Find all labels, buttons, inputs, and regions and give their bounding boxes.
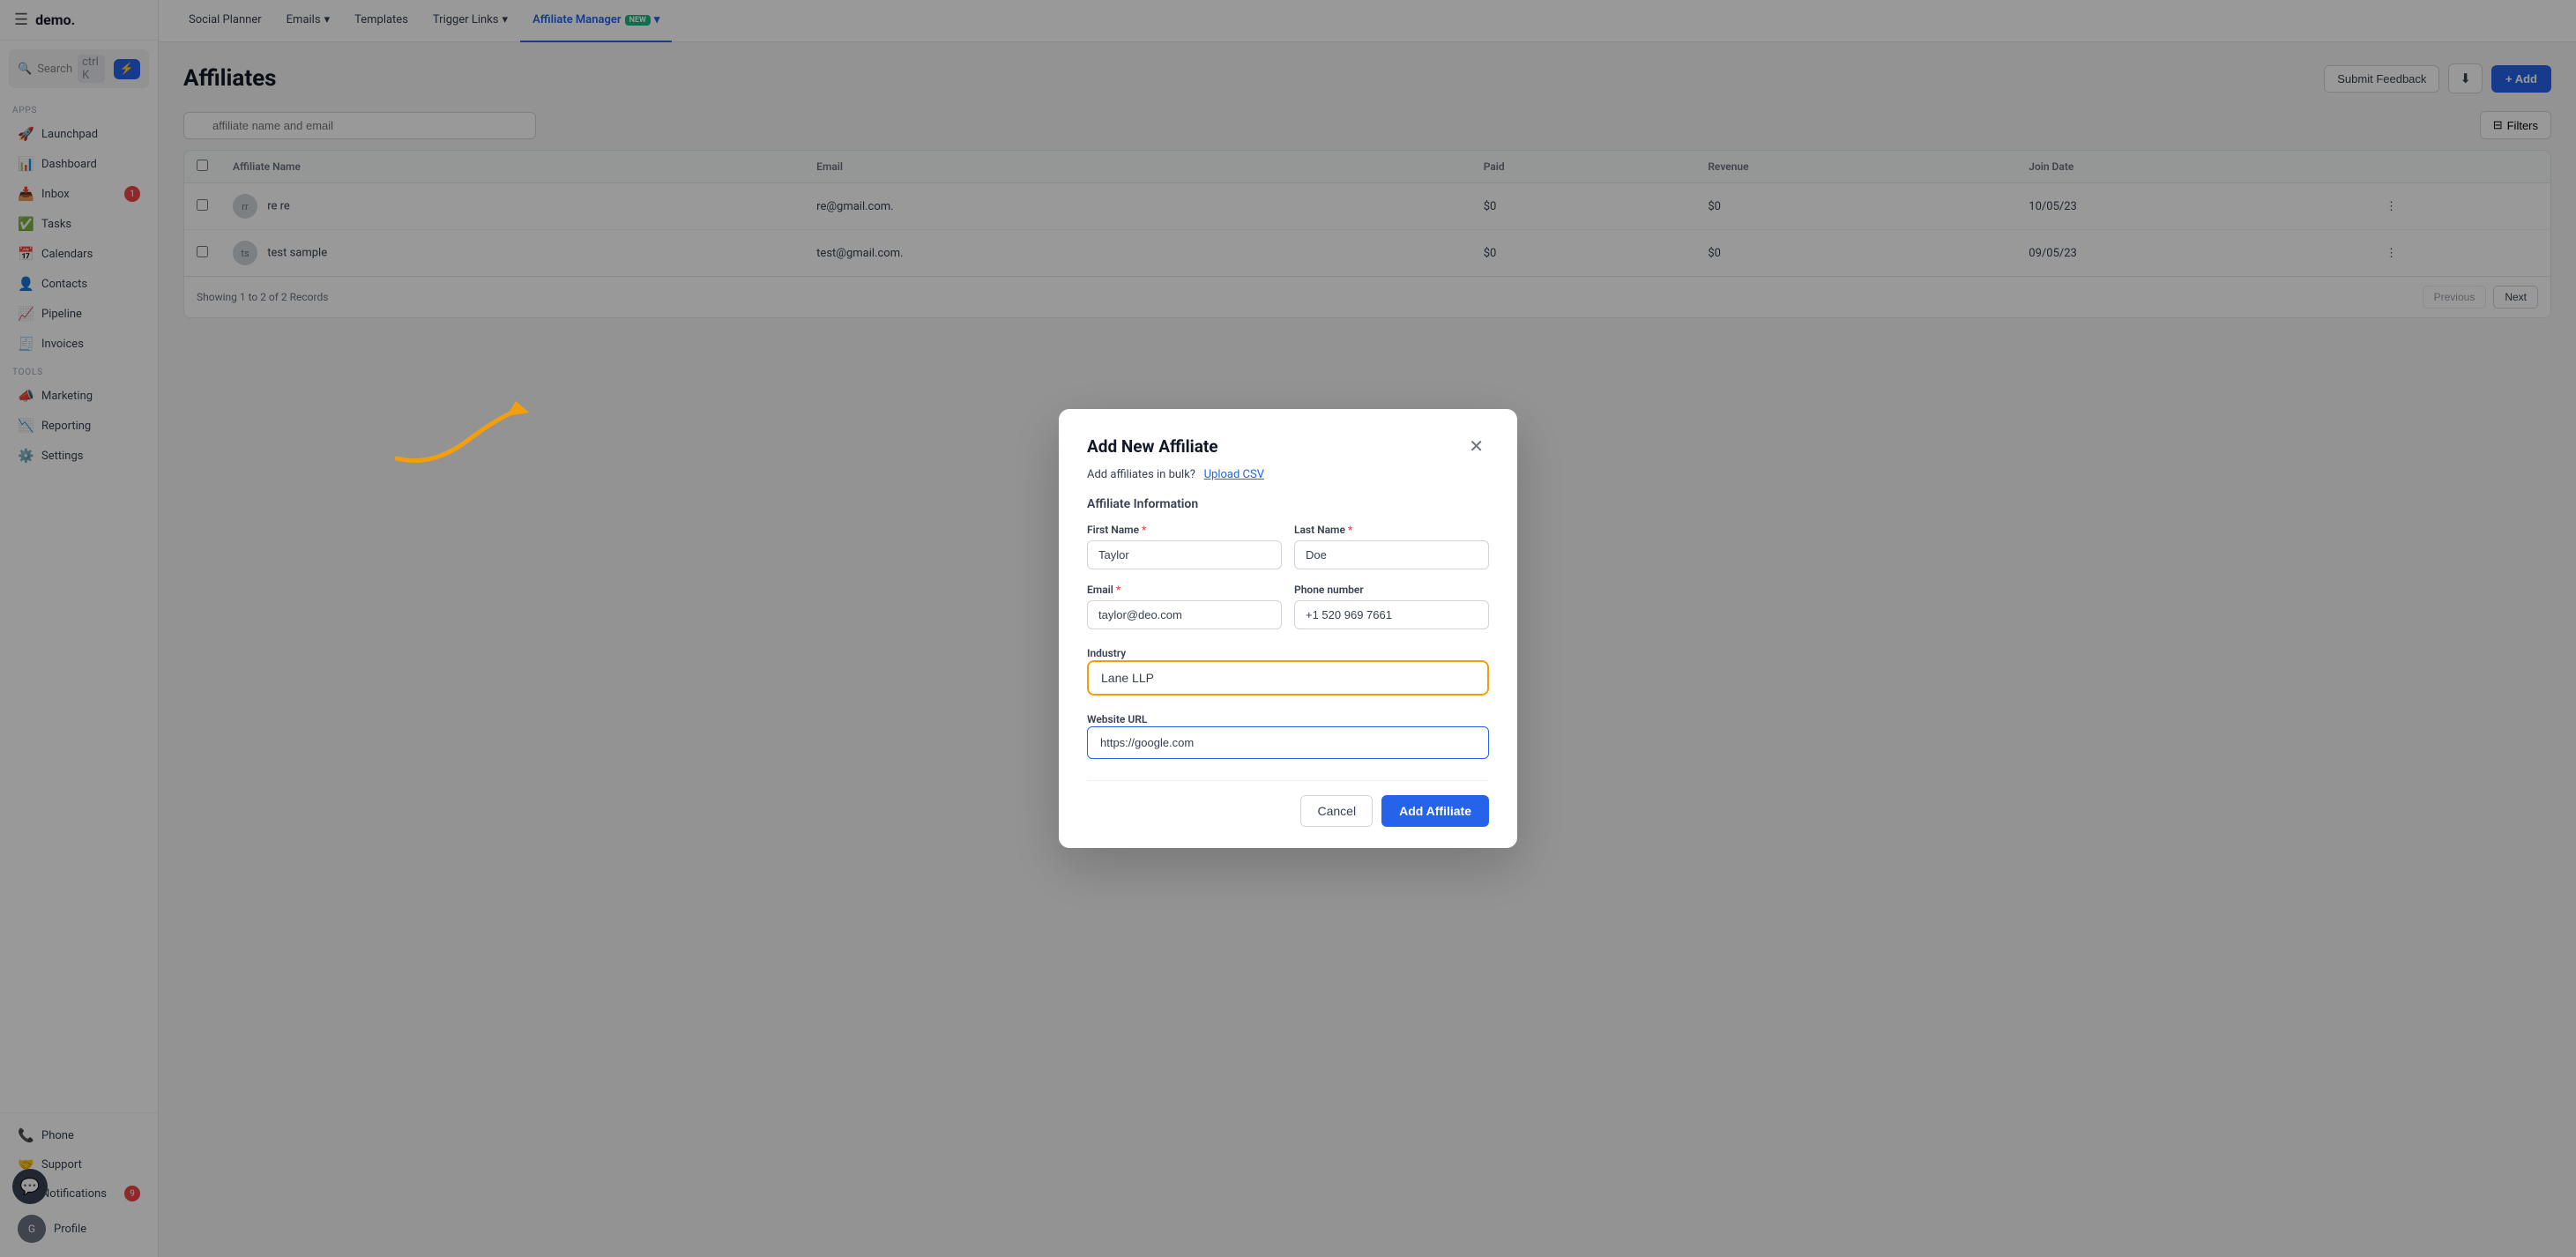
industry-group: Industry bbox=[1087, 643, 1489, 695]
first-name-label: First Name * bbox=[1087, 524, 1282, 536]
modal-header: Add New Affiliate ✕ bbox=[1087, 434, 1489, 459]
phone-input[interactable] bbox=[1294, 600, 1489, 629]
email-label: Email * bbox=[1087, 584, 1282, 596]
phone-group: Phone number bbox=[1294, 584, 1489, 629]
modal-overlay[interactable]: Add New Affiliate ✕ Add affiliates in bu… bbox=[0, 0, 2576, 1257]
website-group: Website URL bbox=[1087, 710, 1489, 759]
email-input[interactable] bbox=[1087, 600, 1282, 629]
industry-label: Industry bbox=[1087, 647, 1126, 659]
close-button[interactable]: ✕ bbox=[1463, 434, 1489, 459]
affiliate-info-section: Affiliate Information bbox=[1087, 497, 1489, 511]
industry-input[interactable] bbox=[1087, 660, 1489, 695]
modal-title: Add New Affiliate bbox=[1087, 436, 1218, 457]
last-name-label: Last Name * bbox=[1294, 524, 1489, 536]
last-name-group: Last Name * bbox=[1294, 524, 1489, 569]
modal-footer: Cancel Add Affiliate bbox=[1087, 780, 1489, 827]
required-indicator: * bbox=[1348, 524, 1352, 536]
bulk-label: Add affiliates in bulk? bbox=[1087, 468, 1195, 481]
phone-label: Phone number bbox=[1294, 584, 1489, 596]
required-indicator: * bbox=[1116, 584, 1120, 596]
name-row: First Name * Last Name * bbox=[1087, 524, 1489, 569]
add-affiliate-modal: Add New Affiliate ✕ Add affiliates in bu… bbox=[1059, 409, 1517, 848]
email-group: Email * bbox=[1087, 584, 1282, 629]
last-name-input[interactable] bbox=[1294, 540, 1489, 569]
required-indicator: * bbox=[1142, 524, 1146, 536]
contact-row: Email * Phone number bbox=[1087, 584, 1489, 629]
website-input[interactable] bbox=[1087, 726, 1489, 759]
first-name-group: First Name * bbox=[1087, 524, 1282, 569]
first-name-input[interactable] bbox=[1087, 540, 1282, 569]
add-affiliate-button[interactable]: Add Affiliate bbox=[1381, 795, 1489, 827]
upload-csv-link[interactable]: Upload CSV bbox=[1204, 468, 1264, 481]
website-label: Website URL bbox=[1087, 713, 1147, 725]
bulk-line: Add affiliates in bulk? Upload CSV bbox=[1087, 468, 1489, 481]
annotation-arrow bbox=[379, 370, 573, 476]
cancel-button[interactable]: Cancel bbox=[1300, 795, 1373, 827]
